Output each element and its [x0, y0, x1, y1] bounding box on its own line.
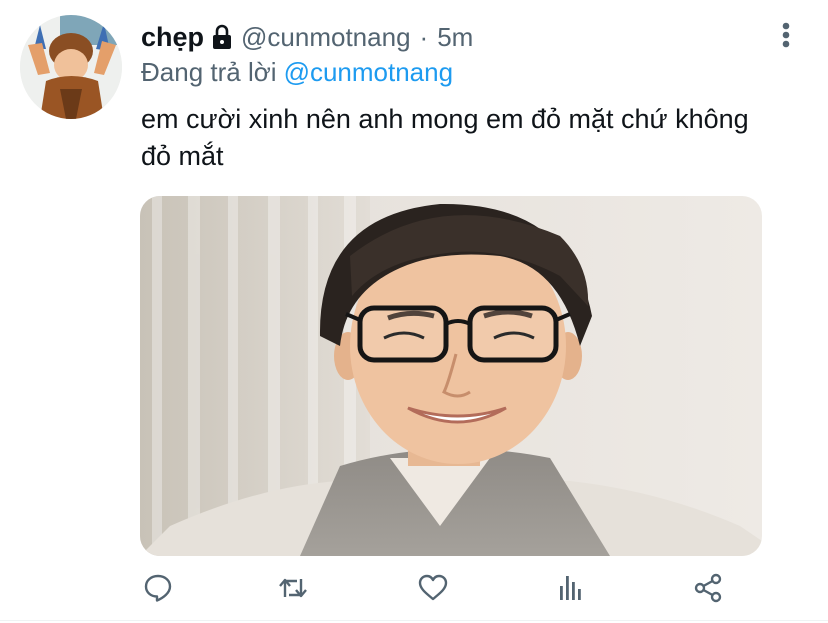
display-name[interactable]: chẹp [141, 22, 204, 53]
reply-context: Đang trả lời @cunmotnang [141, 56, 453, 88]
photo-image [140, 196, 762, 556]
retweet-button[interactable] [273, 568, 313, 612]
more-vertical-icon[interactable] [776, 20, 796, 50]
retweet-icon [277, 572, 309, 609]
reply-to-handle[interactable]: @cunmotnang [284, 57, 454, 87]
user-handle[interactable]: @cunmotnang [241, 22, 411, 53]
tweet-header: chẹp @cunmotnang · 5m [141, 20, 473, 54]
separator-dot: · [419, 21, 429, 52]
lock-icon [211, 24, 233, 50]
tweet-text: em cười xinh nên anh mong em đỏ mặt chứ … [141, 104, 749, 171]
reply-prefix: Đang trả lời [141, 57, 277, 87]
tweet-photo[interactable] [140, 196, 762, 556]
share-button[interactable] [688, 568, 728, 612]
analytics-button[interactable] [550, 568, 590, 612]
reply-button[interactable] [138, 568, 178, 612]
avatar-image [20, 15, 122, 119]
like-icon [417, 572, 449, 609]
avatar[interactable] [20, 15, 122, 119]
tweet-actions [140, 568, 740, 612]
share-icon [692, 572, 724, 609]
like-button[interactable] [413, 568, 453, 612]
timestamp[interactable]: 5m [437, 22, 473, 53]
analytics-icon [554, 572, 586, 609]
reply-icon [142, 572, 174, 609]
divider [0, 620, 828, 621]
